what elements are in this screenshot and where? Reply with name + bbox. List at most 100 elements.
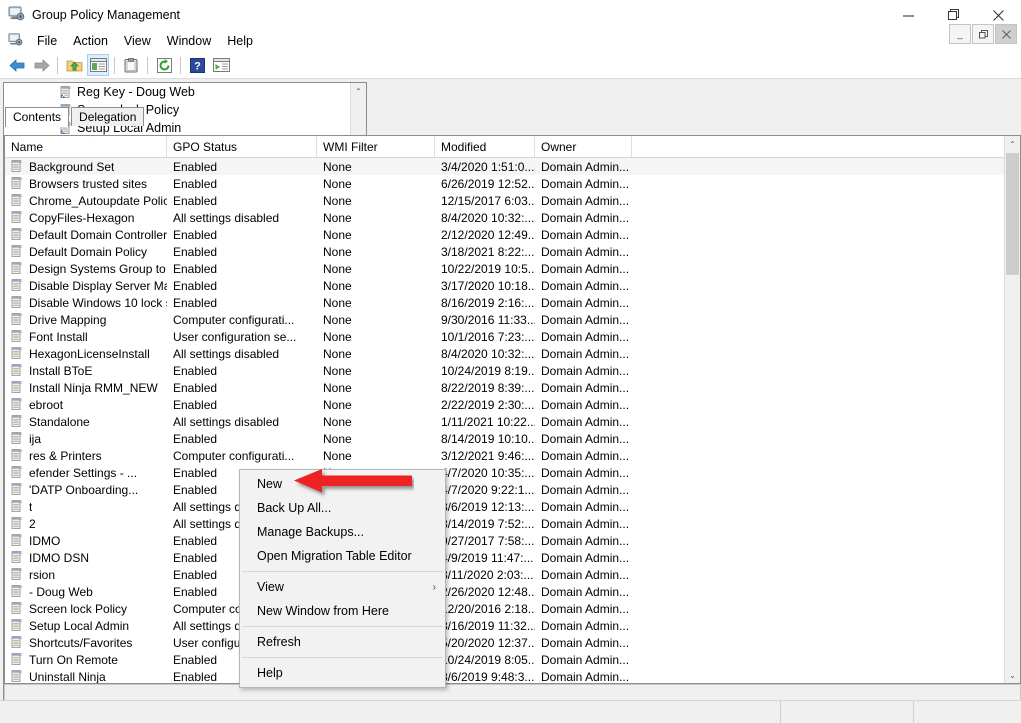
refresh-icon[interactable]	[153, 54, 175, 76]
column-header-modified[interactable]: Modified	[435, 136, 535, 157]
table-row[interactable]: 'DATP Onboarding...EnabledNone4/7/2020 9…	[5, 481, 1020, 498]
table-row[interactable]: CopyFiles-Hexagon All settings disabled No…	[5, 209, 1020, 226]
toolbar-separator	[180, 56, 181, 74]
gpo-list-view[interactable]: Name GPO Status WMI Filter Modified Owne…	[4, 135, 1021, 684]
table-row[interactable]: Design Systems Group to lo... Enabled None…	[5, 260, 1020, 277]
export-list-icon[interactable]	[210, 54, 232, 76]
context-menu-item-view[interactable]: View ›	[240, 575, 445, 599]
gpo-name: Disable Display Server Man...	[29, 278, 167, 293]
column-header-owner[interactable]: Owner	[535, 136, 632, 157]
console-tree-icon[interactable]	[87, 54, 109, 76]
table-row[interactable]: efender Settings - ...EnabledNone4/7/202…	[5, 464, 1020, 481]
cell-name: - Doug Web	[5, 584, 167, 599]
gpo-name: IDMO	[29, 533, 61, 548]
table-row[interactable]: Disable Display Server Man... Enabled None…	[5, 277, 1020, 294]
table-row[interactable]: 2All settings disabledNone8/14/2019 7:52…	[5, 515, 1020, 532]
gpo-name: Install Ninja RMM_NEW	[29, 380, 158, 395]
tree-item-label: Reg Key - Doug Web	[77, 85, 195, 99]
context-menu-item-manage-backups[interactable]: Manage Backups...	[240, 520, 445, 544]
cell-owner: Domain Admin...	[541, 210, 630, 225]
table-row[interactable]: Default Domain Controllers ... Enabled Non…	[5, 226, 1020, 243]
menu-item-file[interactable]: File	[29, 32, 65, 50]
tab-contents[interactable]: Contents	[5, 107, 70, 127]
list-scrollbar-thumb[interactable]	[1006, 153, 1019, 275]
cell-wmi: None	[323, 244, 352, 259]
menu-item-action[interactable]: Action	[65, 32, 116, 50]
table-row[interactable]: ija Enabled None 8/14/2019 10:10... Domain A…	[5, 430, 1020, 447]
table-row[interactable]: Browsers trusted sites Enabled None 6/26/20…	[5, 175, 1020, 192]
context-menu-item-open-migration-table-editor[interactable]: Open Migration Table Editor	[240, 544, 445, 568]
table-row[interactable]: Install Ninja RMM_NEW Enabled None 8/22/201…	[5, 379, 1020, 396]
help-question-icon[interactable]: ?	[186, 54, 208, 76]
cell-owner: Domain Admin...	[541, 244, 630, 259]
tree-item-reg-key-doug-web[interactable]: Reg Key - Doug Web	[4, 83, 351, 101]
gpo-name: Shortcuts/Favorites	[29, 635, 133, 650]
table-row[interactable]: Font Install User configuration se... None…	[5, 328, 1020, 345]
mdi-minimize-button[interactable]: _	[949, 24, 971, 44]
table-row[interactable]: Default Domain Policy Enabled None 3/18/202…	[5, 243, 1020, 260]
gpo-icon	[9, 567, 25, 582]
mdi-restore-button[interactable]	[972, 24, 994, 44]
table-row[interactable]: Screen lock Policy Computer configurati..…	[5, 600, 1020, 617]
tab-delegation[interactable]: Delegation	[71, 107, 145, 126]
cell-name: Uninstall Ninja	[5, 669, 167, 683]
forward-button[interactable]	[30, 54, 52, 76]
cell-owner: Domain Admin...	[541, 533, 630, 548]
cell-modified: 2/22/2019 2:30:...	[441, 397, 535, 412]
gpo-icon	[9, 584, 25, 599]
column-header-gpo-status[interactable]: GPO Status	[167, 136, 317, 157]
table-row[interactable]: Chrome_Autoupdate Policy Enabled None 12/15…	[5, 192, 1020, 209]
cell-wmi: None	[323, 414, 352, 429]
cell-modified: 8/16/2019 11:32...	[441, 618, 535, 633]
cell-owner: Domain Admin...	[541, 516, 630, 531]
tree-scroll-up-arrow[interactable]: ⌃	[351, 83, 366, 99]
table-row[interactable]: tAll settings disabledNone8/6/2019 12:13…	[5, 498, 1020, 515]
context-menu-item-new-window-from-here[interactable]: New Window from Here	[240, 599, 445, 623]
table-row[interactable]: Uninstall NinjaEnabledNone8/6/2019 9:48:…	[5, 668, 1020, 683]
back-button[interactable]	[6, 54, 28, 76]
up-folder-icon[interactable]	[63, 54, 85, 76]
clipboard-icon[interactable]	[120, 54, 142, 76]
table-row[interactable]: rsionEnabledNone3/11/2020 2:03:...Domain…	[5, 566, 1020, 583]
menu-item-window[interactable]: Window	[159, 32, 219, 50]
table-row[interactable]: Setup Local AdminAll settings disabledNo…	[5, 617, 1020, 634]
list-vertical-scrollbar[interactable]: ⌃ ⌄	[1004, 136, 1020, 683]
table-row[interactable]: Shortcuts/Favorites User configuration se…	[5, 634, 1020, 651]
list-scroll-down-arrow[interactable]: ⌄	[1005, 667, 1020, 683]
cell-name: Shortcuts/Favorites	[5, 635, 167, 650]
minimize-button[interactable]	[886, 0, 931, 30]
gpo-icon	[9, 278, 25, 293]
gpo-name: t	[29, 499, 33, 514]
cell-name: Browsers trusted sites	[5, 176, 167, 191]
table-row[interactable]: HexagonLicenseInstall All settings disabl…	[5, 345, 1020, 362]
menu-item-help[interactable]: Help	[219, 32, 261, 50]
gpo-icon	[9, 363, 25, 378]
menu-item-view[interactable]: View	[116, 32, 159, 50]
column-header-name[interactable]: Name	[5, 136, 167, 157]
cell-owner: Domain Admin...	[541, 227, 630, 242]
gpo-icon	[9, 193, 25, 208]
column-header-wmi-filter[interactable]: WMI Filter	[317, 136, 435, 157]
table-row[interactable]: res & Printers Computer configurati... Non…	[5, 447, 1020, 464]
table-row[interactable]: Drive Mapping Computer configurati... None…	[5, 311, 1020, 328]
list-scroll-up-arrow[interactable]: ⌃	[1005, 136, 1020, 152]
cell-status: Enabled	[173, 193, 218, 208]
status-panel-3	[913, 701, 1021, 723]
cell-name: IDMO DSN	[5, 550, 167, 565]
context-menu-item-help[interactable]: Help	[240, 661, 445, 685]
table-row[interactable]: IDMOEnabledNone9/27/2017 7:58:...Domain …	[5, 532, 1020, 549]
cell-owner: Domain Admin...	[541, 550, 630, 565]
cell-owner: Domain Admin...	[541, 414, 630, 429]
table-row[interactable]: Disable Windows 10 lock s... Enabled None 8…	[5, 294, 1020, 311]
table-row[interactable]: IDMO DSNEnabledNone4/9/2019 11:47:...Dom…	[5, 549, 1020, 566]
context-menu-item-refresh[interactable]: Refresh	[240, 630, 445, 654]
mdi-close-button[interactable]	[995, 24, 1017, 44]
table-row[interactable]: Install BToE Enabled None 10/24/2019 8:19..…	[5, 362, 1020, 379]
table-row[interactable]: Background Set Enabled None 3/4/2020 1:51:0…	[5, 158, 1020, 175]
table-row[interactable]: Turn On RemoteEnabledNone10/24/2019 8:05…	[5, 651, 1020, 668]
table-row[interactable]: ebroot Enabled None 2/22/2019 2:30:... Domai…	[5, 396, 1020, 413]
table-row[interactable]: - Doug WebEnabledNone2/26/2020 12:48...D…	[5, 583, 1020, 600]
table-row[interactable]: Standalone All settings disabled None 1/11/…	[5, 413, 1020, 430]
gpo-icon	[9, 516, 25, 531]
cell-owner: Domain Admin...	[541, 567, 630, 582]
